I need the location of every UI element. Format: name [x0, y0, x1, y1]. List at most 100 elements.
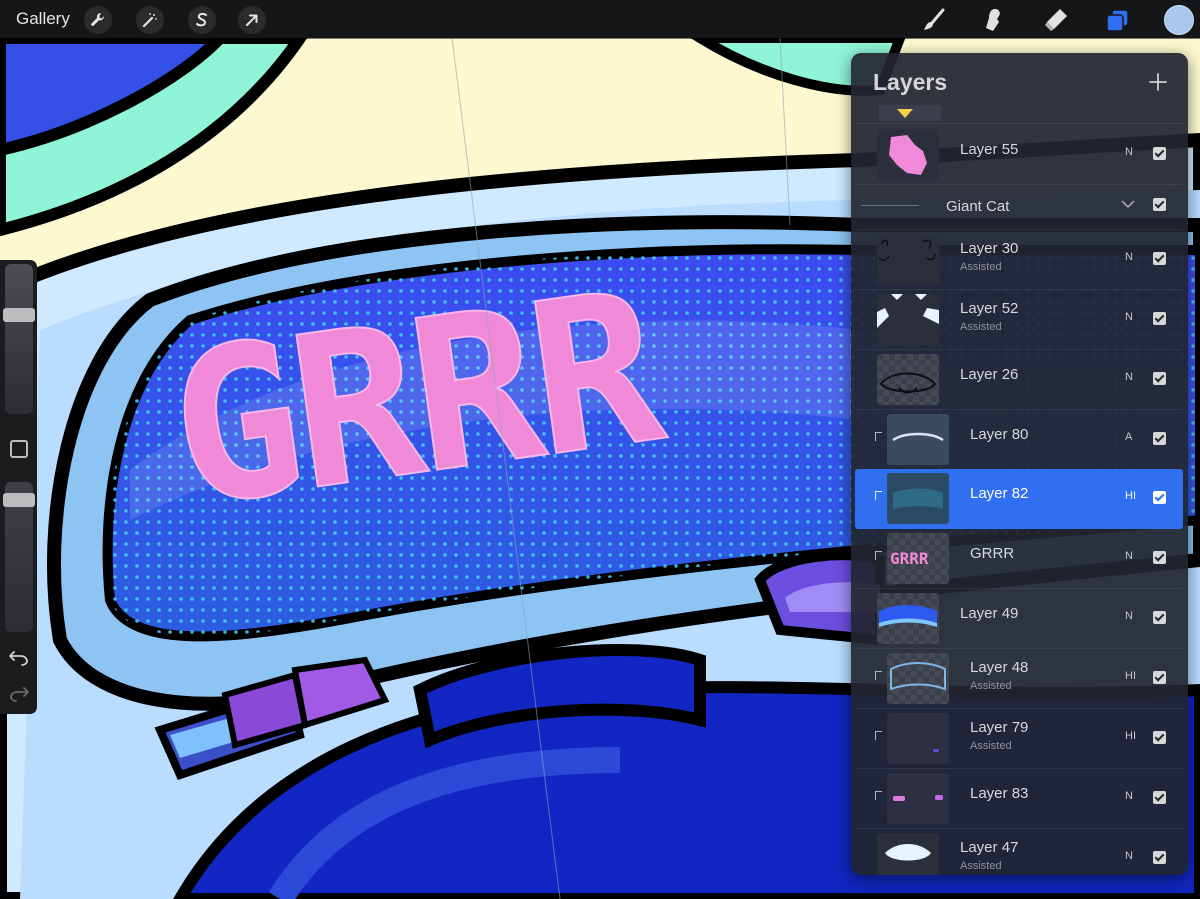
visibility-checkbox[interactable] — [1153, 791, 1166, 804]
layer-name: Layer 49 — [960, 605, 1019, 622]
layer-row[interactable]: Layer 79 Assisted HI — [855, 709, 1183, 769]
undo-icon[interactable] — [8, 646, 30, 668]
visibility-checkbox[interactable] — [1153, 551, 1166, 564]
blend-mode[interactable]: N — [1125, 251, 1133, 263]
magic-wand-icon[interactable] — [136, 6, 164, 34]
layers-panel-title: Layers — [873, 69, 948, 95]
chevron-down-icon[interactable] — [1121, 199, 1135, 209]
layer-thumbnail — [887, 473, 949, 524]
layer-name: Layer 26 — [960, 366, 1019, 383]
blend-mode[interactable]: N — [1125, 550, 1133, 562]
layer-row[interactable]: Layer 55 N — [855, 125, 1183, 185]
visibility-checkbox[interactable] — [1153, 432, 1166, 445]
layer-group-row[interactable]: Giant Cat — [855, 177, 1183, 230]
visibility-checkbox[interactable] — [1153, 372, 1166, 385]
layer-name: Layer 80 — [970, 426, 1029, 443]
modify-button[interactable] — [10, 440, 28, 458]
visibility-checkbox[interactable] — [1153, 671, 1166, 684]
group-divider-line — [861, 205, 919, 206]
layer-name: Layer 47 — [960, 839, 1019, 856]
visibility-checkbox[interactable] — [1153, 147, 1166, 160]
layer-row[interactable]: Layer 26 N — [855, 350, 1183, 410]
layer-subtitle: Assisted — [960, 860, 1002, 872]
layer-row[interactable]: Layer 80 A — [855, 410, 1183, 470]
layer-thumbnail — [887, 773, 949, 824]
layer-name: GRRR — [970, 545, 1015, 562]
blend-mode[interactable]: HI — [1125, 490, 1136, 502]
blend-mode[interactable]: N — [1125, 850, 1133, 862]
layer-name: Layer 48 — [970, 659, 1029, 676]
left-sidebar — [0, 260, 37, 714]
visibility-checkbox[interactable] — [1153, 851, 1166, 864]
layer-thumbnail — [877, 294, 939, 345]
blend-mode[interactable]: N — [1125, 371, 1133, 383]
redo-icon[interactable] — [8, 682, 30, 704]
clipping-mask-icon — [875, 791, 882, 800]
layer-thumbnail — [877, 833, 939, 875]
brush-icon[interactable] — [918, 4, 950, 36]
visibility-checkbox[interactable] — [1153, 312, 1166, 325]
layer-row[interactable]: Layer 30 Assisted N — [855, 230, 1183, 290]
visibility-checkbox[interactable] — [1153, 198, 1166, 211]
layers-icon[interactable] — [1102, 4, 1134, 36]
top-toolbar: Gallery — [0, 0, 1200, 38]
opacity-slider[interactable] — [3, 482, 35, 632]
layer-name: Layer 30 — [960, 240, 1019, 257]
layer-subtitle: Assisted — [960, 321, 1002, 333]
layer-thumbnail — [887, 713, 949, 764]
layer-row[interactable]: Layer 47 Assisted N — [855, 829, 1183, 875]
layer-thumbnail — [887, 414, 949, 465]
plus-icon[interactable] — [1147, 71, 1169, 93]
clipping-mask-icon — [875, 491, 882, 500]
layer-thumbnail — [877, 354, 939, 405]
layer-thumbnail — [877, 129, 939, 180]
layer-name: Layer 79 — [970, 719, 1029, 736]
clipping-mask-icon — [875, 432, 882, 441]
blend-mode[interactable]: HI — [1125, 670, 1136, 682]
blend-mode[interactable]: N — [1125, 146, 1133, 158]
blend-mode[interactable]: N — [1125, 311, 1133, 323]
layer-row[interactable]: Layer 83 N — [855, 769, 1183, 829]
layer-subtitle: Assisted — [970, 680, 1012, 692]
layer-thumbnail-partial — [879, 105, 941, 121]
blend-mode[interactable]: N — [1125, 790, 1133, 802]
layer-thumbnail — [877, 234, 939, 285]
brush-size-thumb[interactable] — [3, 308, 35, 322]
group-name: Giant Cat — [946, 198, 1010, 215]
layer-thumbnail: GRRR — [887, 533, 949, 584]
opacity-thumb[interactable] — [3, 493, 35, 507]
wrench-icon[interactable] — [84, 6, 112, 34]
layer-name: Layer 55 — [960, 141, 1019, 158]
layer-row[interactable]: GRRR GRRR N — [855, 529, 1183, 589]
move-arrow-icon[interactable] — [238, 6, 266, 34]
layer-thumbnail — [887, 653, 949, 704]
brush-size-slider[interactable] — [3, 264, 35, 414]
clipping-mask-icon — [875, 671, 882, 680]
layer-row-partial — [855, 105, 1183, 124]
layers-panel: Layers Layer 55 N Giant Cat Layer 30 Ass… — [851, 53, 1188, 875]
gallery-button[interactable]: Gallery — [16, 9, 70, 29]
visibility-checkbox[interactable] — [1153, 731, 1166, 744]
smudge-icon[interactable] — [977, 4, 1009, 36]
layer-row[interactable]: Layer 48 Assisted HI — [855, 649, 1183, 709]
clipping-mask-icon — [875, 551, 882, 560]
blend-mode[interactable]: N — [1125, 610, 1133, 622]
layer-row[interactable]: Layer 82 HI — [855, 469, 1183, 529]
clipping-mask-icon — [875, 731, 882, 740]
blend-mode[interactable]: A — [1125, 431, 1132, 443]
layer-row[interactable]: Layer 52 Assisted N — [855, 290, 1183, 350]
layer-subtitle: Assisted — [970, 740, 1012, 752]
layer-subtitle: Assisted — [960, 261, 1002, 273]
visibility-checkbox[interactable] — [1153, 611, 1166, 624]
selection-s-icon[interactable] — [188, 6, 216, 34]
layer-thumbnail — [877, 593, 939, 644]
visibility-checkbox[interactable] — [1153, 491, 1166, 504]
layer-name: Layer 52 — [960, 300, 1019, 317]
layer-name: Layer 83 — [970, 785, 1029, 802]
layer-row[interactable]: Layer 49 N — [855, 589, 1183, 649]
blend-mode[interactable]: HI — [1125, 730, 1136, 742]
eraser-icon[interactable] — [1040, 4, 1072, 36]
visibility-checkbox[interactable] — [1153, 252, 1166, 265]
grrr-thumbnail-text: GRRR — [890, 549, 929, 568]
color-picker[interactable] — [1164, 5, 1194, 35]
